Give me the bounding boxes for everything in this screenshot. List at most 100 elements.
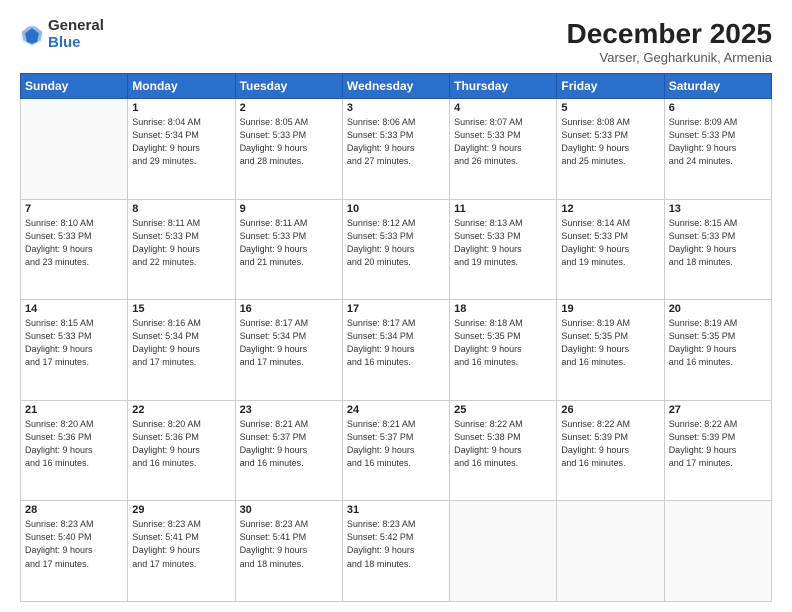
day-cell: 7 Sunrise: 8:10 AMSunset: 5:33 PMDaylight…	[21, 199, 128, 300]
header: General Blue December 2025 Varser, Gegha…	[20, 18, 772, 65]
day-number: 26	[561, 404, 659, 416]
day-info: Sunrise: 8:23 AMSunset: 5:40 PMDaylight:…	[25, 518, 123, 570]
day-cell: 15Sunrise: 8:16 AMSunset: 5:34 PMDayligh…	[128, 300, 235, 401]
day-info: Sunrise: 8:23 AMSunset: 5:41 PMDaylight:…	[132, 518, 230, 570]
day-number: 5	[561, 102, 659, 114]
day-number: 16	[240, 303, 338, 315]
day-number: 18	[454, 303, 552, 315]
day-info: Sunrise: 8:23 AMSunset: 5:42 PMDaylight:…	[347, 518, 445, 570]
day-cell: 20Sunrise: 8:19 AMSunset: 5:35 PMDayligh…	[664, 300, 771, 401]
day-cell: 26 Sunrise: 8:22 AMSunset: 5:39 PMDayligh…	[557, 400, 664, 501]
day-info: Sunrise: 8:22 AMSunset: 5:39 PMDaylight:…	[561, 418, 659, 470]
week-row-2: 7 Sunrise: 8:10 AMSunset: 5:33 PMDaylight…	[21, 199, 772, 300]
day-cell: 27Sunrise: 8:22 AMSunset: 5:39 PMDayligh…	[664, 400, 771, 501]
day-cell: 6Sunrise: 8:09 AMSunset: 5:33 PMDaylight…	[664, 99, 771, 200]
logo-blue: Blue	[48, 34, 81, 51]
day-number: 25	[454, 404, 552, 416]
week-row-1: 1 Sunrise: 8:04 AMSunset: 5:34 PMDaylight…	[21, 99, 772, 200]
day-info: Sunrise: 8:17 AMSunset: 5:34 PMDaylight:…	[347, 317, 445, 369]
day-cell: 4 Sunrise: 8:07 AMSunset: 5:33 PMDaylight…	[450, 99, 557, 200]
day-cell: 5 Sunrise: 8:08 AMSunset: 5:33 PMDaylight…	[557, 99, 664, 200]
day-cell	[21, 99, 128, 200]
day-info: Sunrise: 8:23 AMSunset: 5:41 PMDaylight:…	[240, 518, 338, 570]
page: General Blue December 2025 Varser, Gegha…	[0, 0, 792, 612]
day-number: 9	[240, 203, 338, 215]
calendar-table: Sunday Monday Tuesday Wednesday Thursday…	[20, 73, 772, 602]
day-cell: 17Sunrise: 8:17 AMSunset: 5:34 PMDayligh…	[342, 300, 449, 401]
day-info: Sunrise: 8:19 AMSunset: 5:35 PMDaylight:…	[561, 317, 659, 369]
day-cell: 31 Sunrise: 8:23 AMSunset: 5:42 PMDayligh…	[342, 501, 449, 602]
day-number: 24	[347, 404, 445, 416]
header-thursday: Thursday	[450, 74, 557, 99]
header-friday: Friday	[557, 74, 664, 99]
day-cell: 10Sunrise: 8:12 AMSunset: 5:33 PMDayligh…	[342, 199, 449, 300]
day-cell: 30Sunrise: 8:23 AMSunset: 5:41 PMDayligh…	[235, 501, 342, 602]
title-block: December 2025 Varser, Gegharkunik, Armen…	[567, 18, 772, 65]
day-cell: 8 Sunrise: 8:11 AMSunset: 5:33 PMDaylight…	[128, 199, 235, 300]
day-info: Sunrise: 8:11 AMSunset: 5:33 PMDaylight:…	[132, 217, 230, 269]
day-number: 29	[132, 504, 230, 516]
day-cell: 13 Sunrise: 8:15 AMSunset: 5:33 PMDayligh…	[664, 199, 771, 300]
day-cell: 19 Sunrise: 8:19 AMSunset: 5:35 PMDayligh…	[557, 300, 664, 401]
day-cell: 16 Sunrise: 8:17 AMSunset: 5:34 PMDayligh…	[235, 300, 342, 401]
header-saturday: Saturday	[664, 74, 771, 99]
day-cell: 18 Sunrise: 8:18 AMSunset: 5:35 PMDayligh…	[450, 300, 557, 401]
day-cell: 29 Sunrise: 8:23 AMSunset: 5:41 PMDayligh…	[128, 501, 235, 602]
day-number: 6	[669, 102, 767, 114]
day-cell: 1 Sunrise: 8:04 AMSunset: 5:34 PMDaylight…	[128, 99, 235, 200]
header-wednesday: Wednesday	[342, 74, 449, 99]
day-info: Sunrise: 8:07 AMSunset: 5:33 PMDaylight:…	[454, 116, 552, 168]
day-number: 31	[347, 504, 445, 516]
day-info: Sunrise: 8:14 AMSunset: 5:33 PMDaylight:…	[561, 217, 659, 269]
day-number: 21	[25, 404, 123, 416]
location-subtitle: Varser, Gegharkunik, Armenia	[567, 50, 772, 65]
day-info: Sunrise: 8:21 AMSunset: 5:37 PMDaylight:…	[347, 418, 445, 470]
day-info: Sunrise: 8:12 AMSunset: 5:33 PMDaylight:…	[347, 217, 445, 269]
day-number: 19	[561, 303, 659, 315]
logo: General Blue	[20, 18, 104, 51]
day-info: Sunrise: 8:11 AMSunset: 5:33 PMDaylight:…	[240, 217, 338, 269]
day-cell	[557, 501, 664, 602]
logo-text: General Blue	[48, 18, 104, 51]
day-number: 12	[561, 203, 659, 215]
weekday-header-row: Sunday Monday Tuesday Wednesday Thursday…	[21, 74, 772, 99]
day-info: Sunrise: 8:13 AMSunset: 5:33 PMDaylight:…	[454, 217, 552, 269]
day-cell: 25 Sunrise: 8:22 AMSunset: 5:38 PMDayligh…	[450, 400, 557, 501]
day-info: Sunrise: 8:19 AMSunset: 5:35 PMDaylight:…	[669, 317, 767, 369]
day-number: 11	[454, 203, 552, 215]
header-sunday: Sunday	[21, 74, 128, 99]
header-monday: Monday	[128, 74, 235, 99]
day-info: Sunrise: 8:08 AMSunset: 5:33 PMDaylight:…	[561, 116, 659, 168]
day-cell: 11 Sunrise: 8:13 AMSunset: 5:33 PMDayligh…	[450, 199, 557, 300]
day-cell	[450, 501, 557, 602]
day-number: 1	[132, 102, 230, 114]
day-number: 3	[347, 102, 445, 114]
day-info: Sunrise: 8:18 AMSunset: 5:35 PMDaylight:…	[454, 317, 552, 369]
week-row-3: 14Sunrise: 8:15 AMSunset: 5:33 PMDayligh…	[21, 300, 772, 401]
day-info: Sunrise: 8:22 AMSunset: 5:38 PMDaylight:…	[454, 418, 552, 470]
day-info: Sunrise: 8:10 AMSunset: 5:33 PMDaylight:…	[25, 217, 123, 269]
day-cell	[664, 501, 771, 602]
day-cell: 14Sunrise: 8:15 AMSunset: 5:33 PMDayligh…	[21, 300, 128, 401]
day-cell: 28 Sunrise: 8:23 AMSunset: 5:40 PMDayligh…	[21, 501, 128, 602]
day-number: 2	[240, 102, 338, 114]
month-title: December 2025	[567, 18, 772, 50]
day-number: 7	[25, 203, 123, 215]
day-info: Sunrise: 8:17 AMSunset: 5:34 PMDaylight:…	[240, 317, 338, 369]
day-number: 28	[25, 504, 123, 516]
logo-general: General	[48, 17, 104, 34]
day-info: Sunrise: 8:15 AMSunset: 5:33 PMDaylight:…	[669, 217, 767, 269]
day-info: Sunrise: 8:15 AMSunset: 5:33 PMDaylight:…	[25, 317, 123, 369]
day-cell: 24 Sunrise: 8:21 AMSunset: 5:37 PMDayligh…	[342, 400, 449, 501]
day-info: Sunrise: 8:20 AMSunset: 5:36 PMDaylight:…	[132, 418, 230, 470]
day-info: Sunrise: 8:22 AMSunset: 5:39 PMDaylight:…	[669, 418, 767, 470]
day-info: Sunrise: 8:21 AMSunset: 5:37 PMDaylight:…	[240, 418, 338, 470]
day-number: 13	[669, 203, 767, 215]
week-row-5: 28 Sunrise: 8:23 AMSunset: 5:40 PMDayligh…	[21, 501, 772, 602]
day-number: 8	[132, 203, 230, 215]
week-row-4: 21 Sunrise: 8:20 AMSunset: 5:36 PMDayligh…	[21, 400, 772, 501]
day-number: 23	[240, 404, 338, 416]
logo-icon	[20, 23, 44, 47]
day-info: Sunrise: 8:04 AMSunset: 5:34 PMDaylight:…	[132, 116, 230, 168]
day-number: 4	[454, 102, 552, 114]
